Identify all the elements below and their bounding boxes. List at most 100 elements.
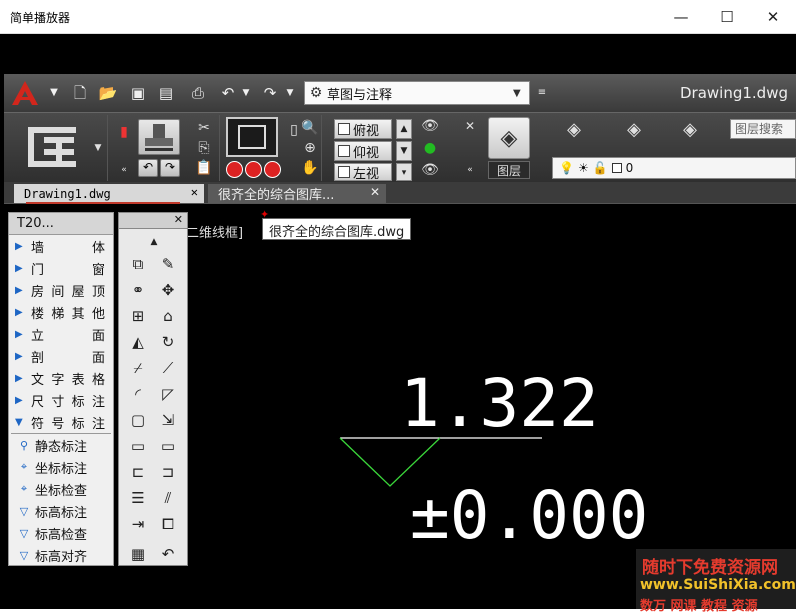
app-menu-chevron-icon[interactable]: ▼ <box>44 84 64 102</box>
explode-icon[interactable]: ⊏ <box>127 461 149 483</box>
workspace-dropdown[interactable]: ⚙ 草图与注释 ▼ <box>304 81 530 105</box>
minimize-button[interactable]: — <box>658 0 704 34</box>
pan-hand-icon[interactable]: ✋ <box>300 159 320 177</box>
eye-icon[interactable]: 👁 <box>420 161 440 179</box>
current-layer-name: 0 <box>625 161 634 175</box>
tab-library[interactable]: 很齐全的综合图库... ✕ <box>208 184 386 203</box>
layers-button[interactable]: ◈ <box>488 117 530 159</box>
tab-drawing1[interactable]: Drawing1.dwg ✕ <box>14 184 204 203</box>
layer-dropdown[interactable]: 💡 ☀ 🔓 0 <box>552 157 796 179</box>
break-icon[interactable]: ▢ <box>127 409 149 431</box>
chamfer-icon[interactable]: ◸ <box>157 383 179 405</box>
close-tab-icon[interactable]: ✕ <box>191 185 198 199</box>
close-icon[interactable]: ✕ <box>174 213 183 226</box>
grid-icon[interactable]: ▦ <box>127 543 149 565</box>
tangent-dropdown-icon[interactable]: ▼ <box>88 139 108 157</box>
tangent-logo-icon[interactable] <box>24 123 80 171</box>
rotate-icon[interactable]: ↻ <box>157 331 179 353</box>
redo-dropdown-icon[interactable]: ▼ <box>280 84 300 102</box>
save-as-icon[interactable]: ▤ <box>156 84 176 102</box>
fillet-icon[interactable]: ◜ <box>127 383 149 405</box>
pencil-icon[interactable]: ✎ <box>157 253 179 275</box>
move-icon[interactable]: ✥ <box>157 279 179 301</box>
maximize-button[interactable]: ☐ <box>704 0 750 34</box>
print-icon[interactable]: ⎙ <box>188 84 208 102</box>
viewport-style-label[interactable]: 二维线框] <box>186 222 243 241</box>
close-tab-icon[interactable]: ✕ <box>370 185 380 199</box>
stop-red-icon[interactable] <box>226 161 243 178</box>
copy-objects-icon[interactable]: ⧉ <box>127 253 149 275</box>
t20-sub-item-level-align[interactable]: ▽ 标高对齐 <box>9 544 113 565</box>
tool-palette-header[interactable]: ✕ <box>119 213 187 229</box>
t20-sub-item-coord-check[interactable]: ⌖ 坐标检查 <box>9 478 113 500</box>
redo-icon[interactable]: ↷ <box>260 84 280 102</box>
undo-dropdown-icon[interactable]: ▼ <box>236 84 256 102</box>
block-icon[interactable]: ⧠ <box>157 513 179 535</box>
t20-menu-item-dimension[interactable]: ▶ 尺寸标注 <box>9 389 113 411</box>
new-file-icon[interactable]: 🗋 <box>70 84 90 102</box>
battery-icon[interactable]: ▮ <box>114 123 134 141</box>
t20-menu-item-stairs[interactable]: ▶ 楼梯其他 <box>9 301 113 323</box>
t20-menu-item-text[interactable]: ▶ 文字表格 <box>9 367 113 389</box>
collapse-left-icon[interactable]: « <box>114 161 134 179</box>
scroll-up-button[interactable]: ▲ <box>396 119 412 139</box>
collapse-left-icon[interactable]: « <box>460 161 480 179</box>
layer-state-icon[interactable]: ◈ <box>564 121 584 139</box>
t20-sub-item-level[interactable]: ▽ 标高标注 <box>9 500 113 522</box>
cut-icon[interactable]: ✂ <box>194 119 214 137</box>
undo-small-icon[interactable]: ↶ <box>157 543 179 565</box>
scroll-up-icon[interactable]: ▲ <box>143 231 165 253</box>
drawing-canvas[interactable]: 1.322 ±0.000 <box>190 204 796 566</box>
view-bottom-button[interactable]: 仰视 <box>334 141 392 161</box>
copy-icon[interactable]: ⎘ <box>194 139 214 157</box>
offset-icon[interactable]: ▭ <box>157 435 179 457</box>
undo-icon[interactable]: ↶ <box>218 84 238 102</box>
view-top-button[interactable]: 俯视 <box>334 119 392 139</box>
t20-menu-item-elevation[interactable]: ▶ 立面 <box>9 323 113 345</box>
t20-menu-item-section[interactable]: ▶ 剖面 <box>9 345 113 367</box>
zoom-icon[interactable]: 🔍 <box>300 119 320 137</box>
customize-qat-icon[interactable]: ≡ <box>532 84 552 102</box>
eye-icon[interactable]: 👁 <box>420 117 440 135</box>
array-icon[interactable]: ⊞ <box>127 305 149 327</box>
t20-sub-item-static[interactable]: ⚲ 静态标注 <box>9 434 113 456</box>
open-folder-icon[interactable]: 📂 <box>98 84 118 102</box>
lengthen-icon[interactable]: ⇥ <box>127 513 149 535</box>
layout-frame-button[interactable] <box>226 117 278 157</box>
trim-icon[interactable]: ⌿ <box>127 357 149 379</box>
arrow-left-button[interactable]: ↶ <box>138 159 158 177</box>
mirror-icon[interactable]: ◭ <box>127 331 149 353</box>
scroll-expand-button[interactable]: ▾ <box>396 163 412 181</box>
arrow-right-button[interactable]: ↷ <box>160 159 180 177</box>
parallel-icon[interactable]: ⫽ <box>157 487 179 509</box>
t20-menu-item-doors[interactable]: ▶ 门窗 <box>9 257 113 279</box>
autocad-logo-icon[interactable] <box>10 79 40 107</box>
stop-red-icon[interactable] <box>264 161 281 178</box>
t20-menu-item-roof[interactable]: ▶ 房间屋顶 <box>9 279 113 301</box>
save-icon[interactable]: ▣ <box>128 84 148 102</box>
layer-search-input[interactable]: 图层搜索 <box>730 119 796 139</box>
t20-menu-item-wall[interactable]: ▶ 墙体 <box>9 235 113 257</box>
t20-panel-title[interactable]: T20... <box>9 213 113 235</box>
circles-icon[interactable]: ⚭ <box>127 279 149 301</box>
layer-match-icon[interactable]: ◈ <box>624 121 644 139</box>
t20-menu-item-symbol[interactable]: ▼ 符号标注 <box>9 411 113 433</box>
extend-icon[interactable]: ⟋ <box>157 357 179 379</box>
add-green-icon[interactable]: ● <box>420 139 440 157</box>
t20-sub-item-coord[interactable]: ⌖ 坐标标注 <box>9 456 113 478</box>
stamp-tool-button[interactable] <box>138 119 180 155</box>
layer-up-icon[interactable]: ◈ <box>680 121 700 139</box>
stop-red-icon[interactable] <box>245 161 262 178</box>
stretch-icon[interactable]: ⌂ <box>157 305 179 327</box>
close-button[interactable]: ✕ <box>750 0 796 34</box>
join-icon[interactable]: ⇲ <box>157 409 179 431</box>
paste-icon[interactable]: 📋 <box>194 159 214 177</box>
scale-icon[interactable]: ▭ <box>127 435 149 457</box>
view-left-button[interactable]: 左视 <box>334 163 392 182</box>
align-icon[interactable]: ⊐ <box>157 461 179 483</box>
scroll-down-button[interactable]: ▼ <box>396 141 412 161</box>
list-icon[interactable]: ☰ <box>127 487 149 509</box>
orbit-icon[interactable]: ⊕ <box>300 139 320 157</box>
t20-sub-item-level-check[interactable]: ▽ 标高检查 <box>9 522 113 544</box>
panel-close-icon[interactable]: ✕ <box>460 117 480 135</box>
